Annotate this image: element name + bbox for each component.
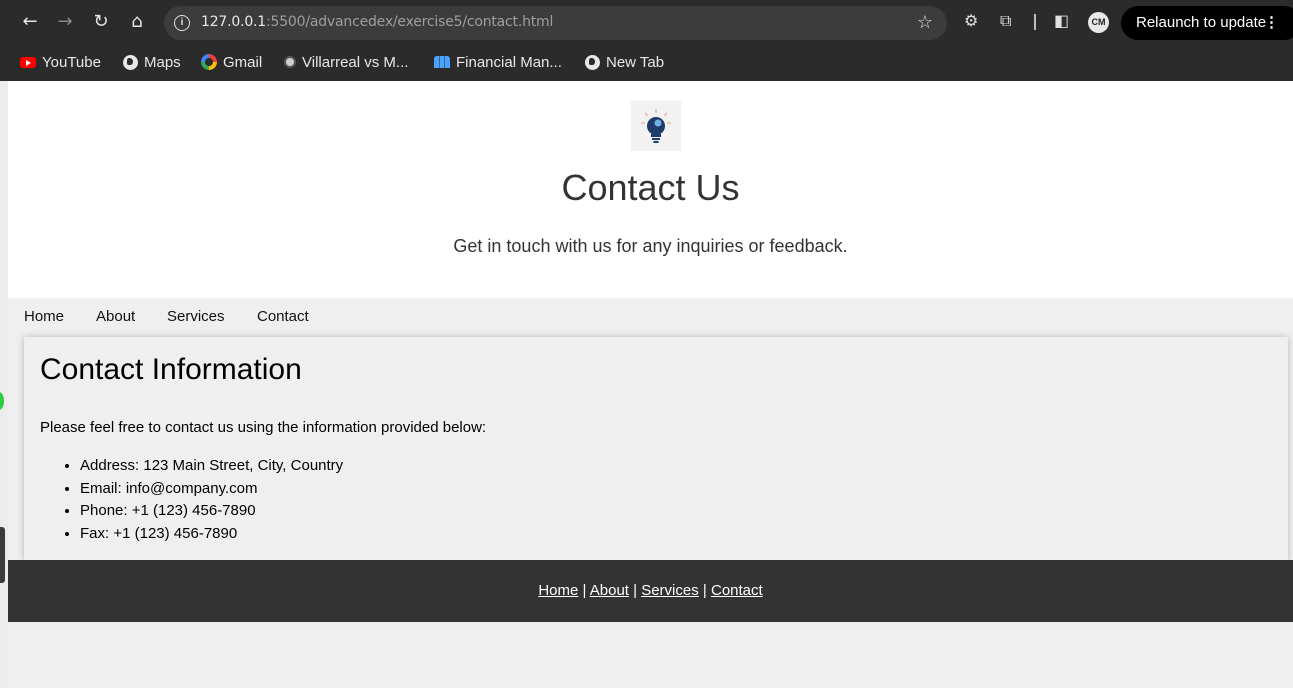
footer-separator: | — [633, 582, 638, 599]
footer-link-contact[interactable]: Contact — [711, 582, 763, 599]
page-title: Contact Us — [561, 167, 740, 208]
footer-separator: | — [702, 582, 707, 599]
main-nav: Home About Services Contact — [8, 298, 1293, 336]
bookmark-label: Financial Man... — [456, 53, 562, 71]
globe-icon — [585, 54, 600, 70]
bookmark-star-icon[interactable]: ☆ — [917, 12, 933, 33]
page-footer: Home | About | Services | Contact — [8, 560, 1293, 622]
soccer-ball-icon — [284, 56, 296, 68]
reload-icon[interactable]: ↻ — [90, 11, 112, 33]
bookmark-label: Maps — [144, 53, 181, 71]
bookmark-label: Gmail — [223, 53, 263, 71]
bookmark-maps[interactable]: Maps — [123, 51, 181, 73]
contact-phone: Phone: +1 (123) 456-7890 — [80, 502, 343, 525]
bookmark-financial[interactable]: Financial Man... — [434, 51, 562, 73]
profile-avatar[interactable]: CM — [1088, 12, 1109, 33]
browser-chrome: ← → ↻ ⌂ i 127.0.0.1:5500/advancedex/exer… — [0, 0, 1293, 81]
bookmark-new-tab[interactable]: New Tab — [585, 51, 664, 73]
extension-icon[interactable]: ⚙ — [964, 11, 978, 30]
bookmark-gmail[interactable]: Gmail — [201, 51, 262, 73]
nav-home[interactable]: Home — [24, 308, 64, 325]
nav-contact[interactable]: Contact — [257, 308, 309, 325]
bookmark-label: YouTube — [42, 53, 101, 71]
address-bar[interactable]: i 127.0.0.1:5500/advancedex/exercise5/co… — [164, 6, 947, 40]
site-info-icon[interactable]: i — [174, 15, 190, 31]
extensions-puzzle-icon[interactable]: ⧉ — [1000, 11, 1011, 31]
footer-links: Home | About | Services | Contact — [8, 582, 1293, 599]
home-icon[interactable]: ⌂ — [126, 11, 148, 33]
contact-email: Email: info@company.com — [80, 480, 343, 503]
toolbar-divider — [1034, 14, 1036, 30]
nav-about[interactable]: About — [96, 308, 135, 325]
youtube-icon — [20, 56, 36, 68]
viewport-left-edge — [0, 81, 8, 688]
web-page: Contact Us Get in touch with us for any … — [8, 81, 1293, 688]
contact-heading: Contact Information — [40, 353, 302, 386]
footer-link-about[interactable]: About — [590, 582, 629, 599]
contact-intro: Please feel free to contact us using the… — [40, 419, 487, 436]
footer-link-services[interactable]: Services — [641, 582, 699, 599]
contact-list: Address: 123 Main Street, City, Country … — [80, 457, 343, 547]
globe-icon — [123, 54, 138, 70]
bookmark-youtube[interactable]: YouTube — [20, 51, 101, 73]
side-panel-icon[interactable]: ◧ — [1054, 11, 1069, 30]
contact-info-section: Contact Information Please feel free to … — [24, 337, 1288, 561]
lightbulb-logo-icon — [631, 101, 681, 151]
nav-services[interactable]: Services — [167, 308, 225, 325]
url-path: :5500/advancedex/exercise5/contact.html — [266, 14, 554, 30]
page-subtitle: Get in touch with us for any inquiries o… — [453, 236, 848, 256]
relaunch-label: Relaunch to update — [1136, 14, 1267, 31]
green-indicator-icon — [0, 392, 4, 410]
google-icon — [201, 54, 217, 70]
bookmarks-bar: YouTube Maps Gmail Villarreal vs M... Fi… — [0, 44, 1293, 81]
url-text[interactable]: 127.0.0.1:5500/advancedex/exercise5/cont… — [201, 14, 553, 30]
bookmark-label: New Tab — [606, 53, 665, 71]
scroll-handle[interactable] — [0, 527, 5, 583]
forward-arrow-icon[interactable]: → — [54, 11, 76, 33]
more-menu-icon[interactable]: ⋮ — [1264, 6, 1279, 40]
bookmark-villarreal[interactable]: Villarreal vs M... — [284, 51, 408, 73]
browser-toolbar: ← → ↻ ⌂ i 127.0.0.1:5500/advancedex/exer… — [0, 0, 1293, 44]
back-arrow-icon[interactable]: ← — [19, 11, 41, 33]
contact-fax: Fax: +1 (123) 456-7890 — [80, 525, 343, 548]
footer-separator: | — [582, 582, 587, 599]
relaunch-button[interactable]: Relaunch to update ⋮ — [1121, 6, 1293, 40]
people-icon — [434, 56, 450, 68]
url-host: 127.0.0.1 — [201, 14, 266, 30]
contact-address: Address: 123 Main Street, City, Country — [80, 457, 343, 480]
footer-link-home[interactable]: Home — [538, 582, 578, 599]
bookmark-label: Villarreal vs M... — [302, 53, 409, 71]
page-header: Contact Us Get in touch with us for any … — [8, 81, 1293, 298]
